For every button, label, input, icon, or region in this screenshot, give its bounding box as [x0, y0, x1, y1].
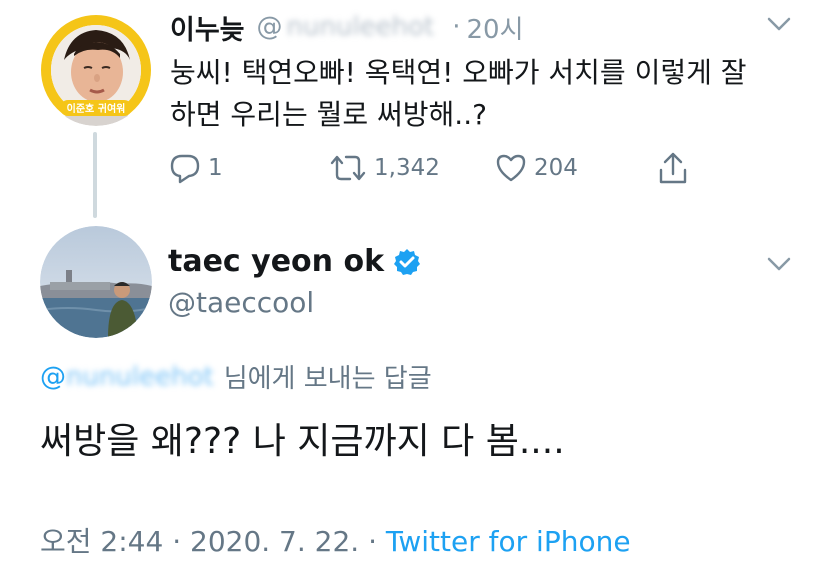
author-display-name: taec yeon ok — [168, 244, 385, 279]
header-separator: · — [452, 12, 461, 42]
reply-button[interactable]: 1 — [168, 148, 223, 188]
author-avatar[interactable] — [40, 226, 152, 338]
share-button[interactable] — [656, 148, 690, 188]
share-icon — [659, 152, 687, 184]
like-icon — [496, 154, 526, 182]
chevron-down-icon[interactable] — [764, 14, 794, 34]
reply-to-text-line2: 하면 우리는 뭘로 써방해..? — [170, 98, 487, 131]
like-count: 204 — [534, 155, 578, 181]
tweet-meta: 오전 2:44 · 2020. 7. 22. · Twitter for iPh… — [40, 520, 631, 560]
author-avatar-image — [40, 226, 152, 338]
tweet-timestamp: 오전 2:44 · 2020. 7. 22. · — [40, 525, 386, 558]
reply-to-handle[interactable]: @ nunuleehot — [257, 12, 435, 42]
tweet-source-link[interactable]: Twitter for iPhone — [386, 525, 631, 558]
author-handle[interactable]: @taeccool — [168, 286, 314, 319]
retweet-icon — [330, 155, 366, 181]
avatar-badge-text: 이준호 귀여워 — [67, 102, 126, 115]
reply-to-handle-blurred: nunuleehot — [286, 12, 435, 42]
tweet-action-bar: 1 1,342 204 — [168, 148, 698, 188]
reply-to-handle-at: @ — [256, 12, 283, 42]
retweet-button[interactable]: 1,342 — [328, 148, 440, 188]
reply-to-time[interactable]: 20시 — [467, 9, 524, 46]
replying-to-at[interactable]: @ — [40, 362, 66, 392]
like-button[interactable]: 204 — [494, 148, 578, 188]
reply-to-display-name[interactable]: 이누늦 — [170, 8, 245, 47]
chevron-down-icon[interactable] — [764, 254, 794, 274]
reply-to-avatar[interactable]: 이준호 귀여워 — [40, 14, 152, 126]
retweet-count: 1,342 — [374, 155, 440, 181]
reply-to-header: 이누늦 @ nunuleehot · 20시 — [170, 6, 524, 48]
replying-to-line: @ nunuleehot 님에게 보내는 답글 — [40, 358, 432, 395]
main-tweet-text: 써방을 왜??? 나 지금까지 다 봄.... — [40, 421, 565, 462]
author-display-name-row[interactable]: taec yeon ok — [168, 244, 422, 279]
replying-to-suffix: 님에게 보내는 답글 — [223, 364, 432, 394]
reply-count: 1 — [208, 155, 223, 181]
thread-connector-line — [93, 132, 97, 218]
reply-to-avatar-image: 이준호 귀여워 — [40, 14, 152, 126]
reply-icon — [170, 154, 200, 184]
reply-to-text-line1: 눙씨! 택연오빠! 옥택연! 오빠가 서치를 이렇게 잘 — [170, 56, 747, 89]
verified-badge-icon — [394, 248, 421, 275]
reply-to-tweet-text: 눙씨! 택연오빠! 옥택연! 오빠가 서치를 이렇게 잘 하면 우리는 뭘로 써… — [170, 52, 790, 136]
replying-to-handle[interactable]: nunuleehot — [66, 362, 214, 392]
